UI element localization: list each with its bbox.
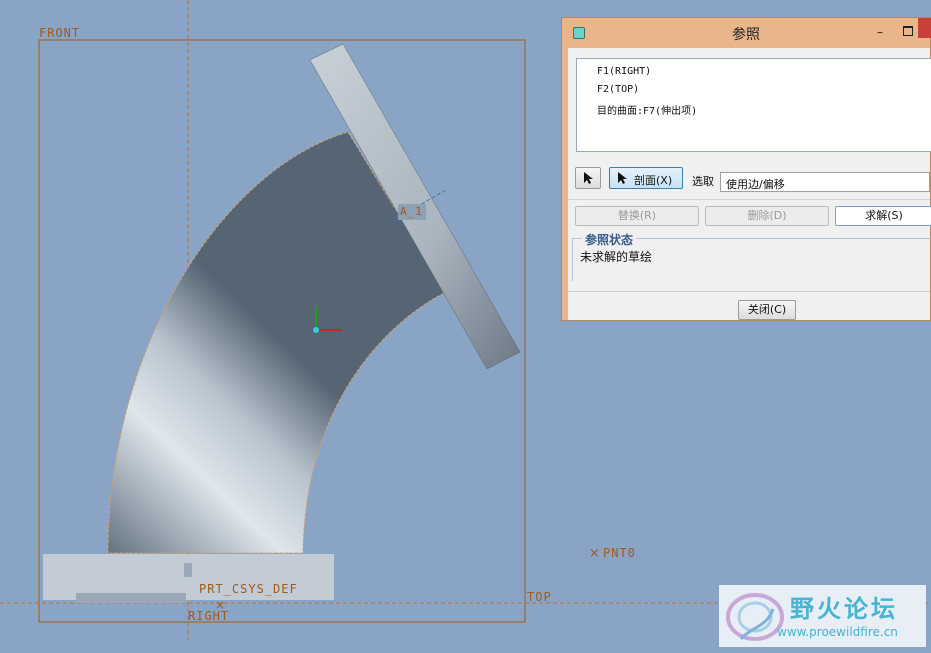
dialog-body: F1(RIGHT) F2(TOP) 目的曲面:F7(伸出项) 剖面(X) 选取 … [568,48,931,320]
dialog-titlebar[interactable]: 参照 – [562,18,931,48]
section-button[interactable]: 剖面(X) [609,167,683,189]
solve-button[interactable]: 求解(S) [835,206,931,226]
csys-label[interactable]: PRT_CSYS_DEF [199,582,298,596]
status-title: 参照状态 [582,231,637,248]
delete-button[interactable]: 删除(D) [705,206,829,226]
minimize-icon[interactable]: – [872,24,888,40]
select-label: 选取 [692,175,714,188]
section-button-label: 剖面(X) [634,174,673,187]
watermark-name: 野火论坛 [790,595,898,623]
reference-list[interactable]: F1(RIGHT) F2(TOP) 目的曲面:F7(伸出项) [576,58,931,152]
replace-button[interactable]: 替换(R) [575,206,699,226]
close-icon[interactable] [918,18,931,38]
point-marker-icon: × [589,546,600,561]
point-label[interactable]: PNT0 [603,546,636,560]
select-dropdown[interactable]: 使用边/偏移 [720,172,930,192]
datum-front-label[interactable]: FRONT [39,26,80,40]
datum-top-label[interactable]: TOP [527,590,552,604]
list-item[interactable]: 目的曲面:F7(伸出项) [597,102,697,117]
datum-right-label[interactable]: RIGHT [188,609,229,623]
references-dialog: 参照 – F1(RIGHT) F2(TOP) 目的曲面:F7(伸出项) 剖面(X… [561,17,931,321]
arrow-cursor-icon [618,172,627,184]
divider [568,199,930,200]
csys-origin [313,327,319,333]
status-text: 未求解的草绘 [580,250,653,264]
close-button[interactable]: 关闭(C) [738,300,796,320]
select-arrow-button[interactable] [575,167,601,189]
list-item[interactable]: F1(RIGHT) [597,66,651,77]
maximize-icon[interactable] [900,24,916,40]
base-strip [76,593,186,603]
arrow-cursor-icon [584,172,593,184]
watermark-url: www.proewildfire.cn [777,625,898,639]
datum-tag [184,563,192,577]
axis-label[interactable]: A_1 [400,205,423,218]
list-item[interactable]: F2(TOP) [597,84,639,95]
divider [568,291,930,292]
watermark: 野火论坛 www.proewildfire.cn [719,585,926,647]
